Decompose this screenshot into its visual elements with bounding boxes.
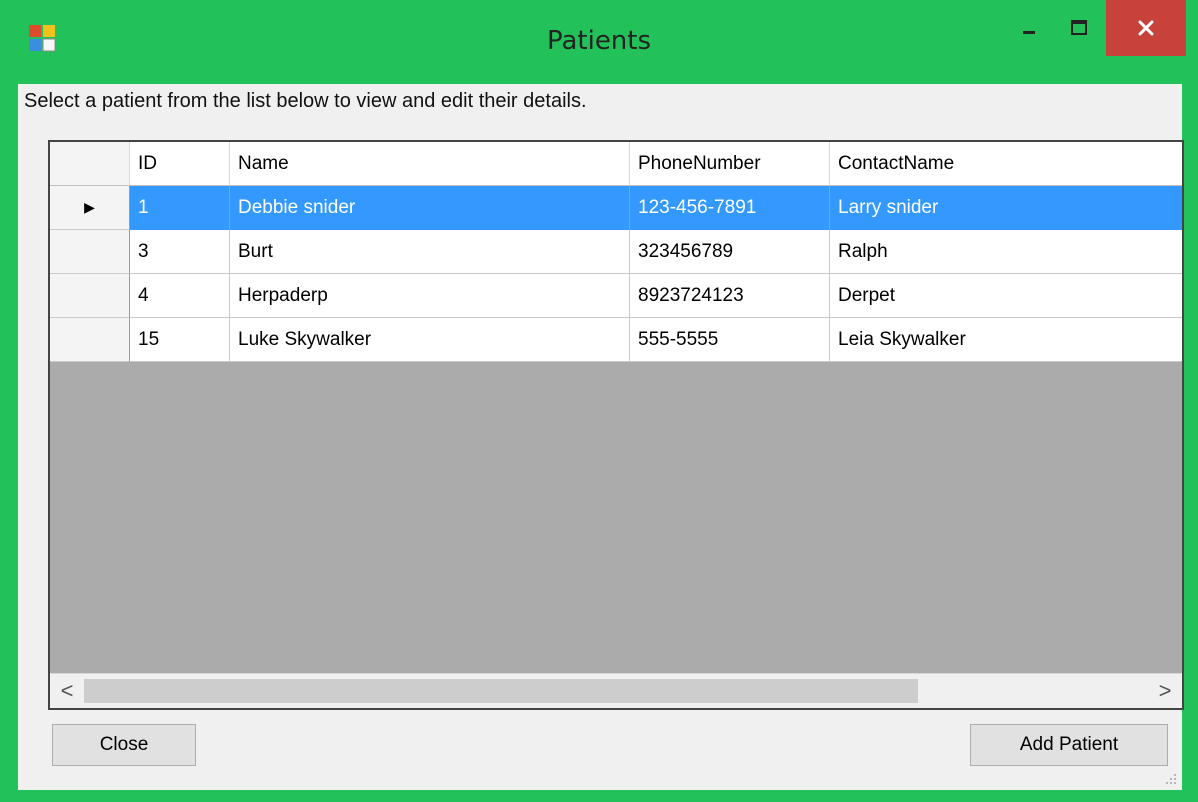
column-header-name[interactable]: Name [230, 142, 630, 186]
add-patient-button[interactable]: Add Patient [970, 724, 1168, 766]
grid-header-row: ID Name PhoneNumber ContactName [50, 142, 1182, 186]
table-row[interactable]: 15 Luke Skywalker 555-5555 Leia Skywalke… [50, 318, 1182, 362]
cell-phone[interactable]: 323456789 [630, 230, 830, 274]
close-window-button[interactable] [1106, 0, 1186, 56]
column-header-contactname[interactable]: ContactName [830, 142, 1182, 186]
cell-name[interactable]: Luke Skywalker [230, 318, 630, 362]
patients-window: Patients Select a patient from the list … [0, 0, 1198, 802]
maximize-button[interactable] [1056, 0, 1102, 56]
row-header[interactable]: ▶ [50, 186, 130, 230]
row-header[interactable] [50, 230, 130, 274]
cell-contact[interactable]: Derpet [830, 274, 1182, 318]
cell-name[interactable]: Herpaderp [230, 274, 630, 318]
cell-id[interactable]: 1 [130, 186, 230, 230]
close-button[interactable]: Close [52, 724, 196, 766]
cell-name[interactable]: Debbie snider [230, 186, 630, 230]
scrollbar-thumb[interactable] [84, 679, 918, 703]
size-grip-icon[interactable] [1164, 772, 1178, 786]
table-row[interactable]: ▶ 1 Debbie snider 123-456-7891 Larry sni… [50, 186, 1182, 230]
cell-phone[interactable]: 123-456-7891 [630, 186, 830, 230]
cell-contact[interactable]: Larry snider [830, 186, 1182, 230]
table-row[interactable]: 3 Burt 323456789 Ralph [50, 230, 1182, 274]
column-header-phonenumber[interactable]: PhoneNumber [630, 142, 830, 186]
cell-id[interactable]: 4 [130, 274, 230, 318]
horizontal-scrollbar[interactable]: < > [50, 673, 1182, 708]
minimize-icon [1023, 31, 1035, 34]
close-icon [1138, 20, 1154, 36]
scroll-left-icon[interactable]: < [50, 674, 84, 708]
column-header-id[interactable]: ID [130, 142, 230, 186]
row-header[interactable] [50, 318, 130, 362]
cell-contact[interactable]: Ralph [830, 230, 1182, 274]
table-row[interactable]: 4 Herpaderp 8923724123 Derpet [50, 274, 1182, 318]
instruction-text: Select a patient from the list below to … [24, 90, 587, 112]
client-area: Select a patient from the list below to … [18, 84, 1184, 790]
cell-phone[interactable]: 8923724123 [630, 274, 830, 318]
corner-header[interactable] [50, 142, 130, 186]
cell-id[interactable]: 3 [130, 230, 230, 274]
row-header[interactable] [50, 274, 130, 318]
scroll-right-icon[interactable]: > [1148, 674, 1182, 708]
minimize-button[interactable] [1002, 0, 1056, 56]
maximize-icon [1071, 20, 1087, 35]
cell-id[interactable]: 15 [130, 318, 230, 362]
cell-contact[interactable]: Leia Skywalker [830, 318, 1182, 362]
row-indicator-icon: ▶ [84, 199, 95, 215]
title-bar[interactable]: Patients [0, 0, 1198, 84]
patients-grid[interactable]: ID Name PhoneNumber ContactName ▶ 1 Debb… [48, 140, 1184, 710]
cell-name[interactable]: Burt [230, 230, 630, 274]
cell-phone[interactable]: 555-5555 [630, 318, 830, 362]
